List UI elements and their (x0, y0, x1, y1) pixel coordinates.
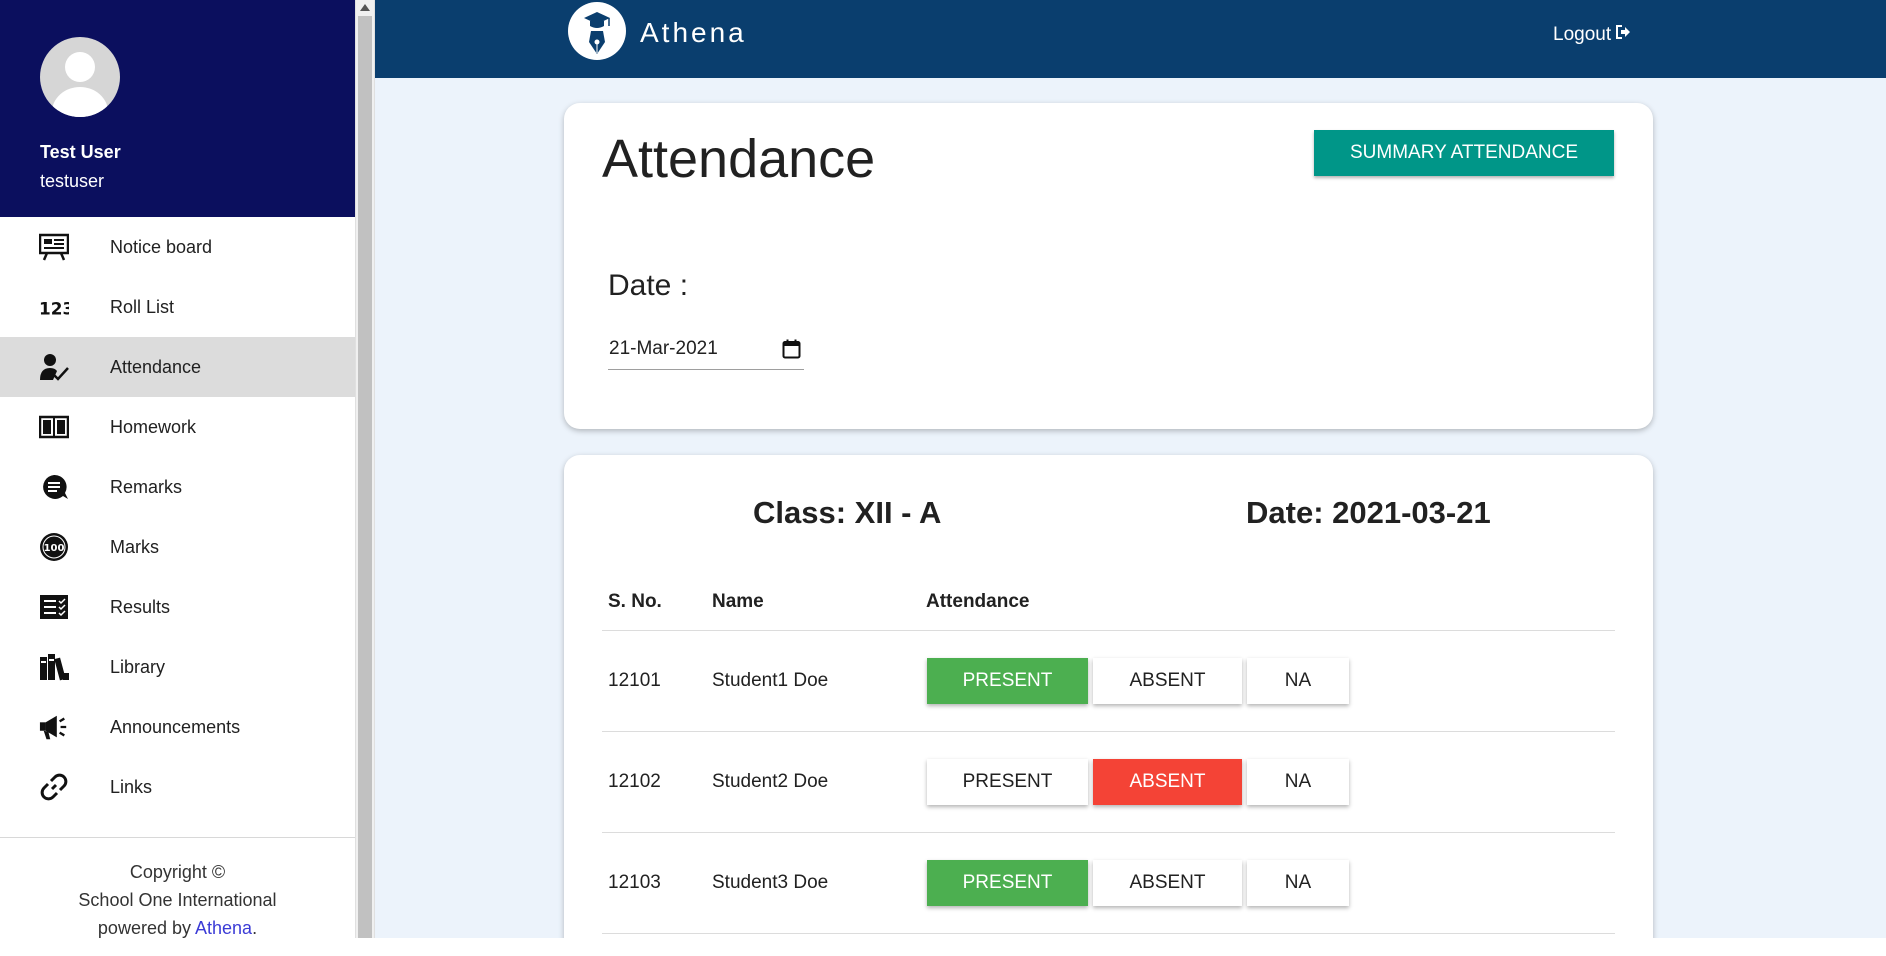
present-button[interactable]: PRESENT (927, 657, 1088, 704)
top-bar: Athena Logout (375, 0, 1886, 78)
profile-name: Test User (40, 142, 121, 162)
link-icon (39, 773, 69, 801)
sidebar-item-notice-board[interactable]: Notice board (0, 217, 355, 277)
absent-button[interactable]: ABSENT (1093, 758, 1242, 805)
sidebar: Test User testuser Notice board 123 Roll… (0, 0, 355, 938)
table-row: 12102 Student2 Doe PRESENT ABSENT NA (602, 731, 1615, 833)
svg-text:123: 123 (39, 299, 69, 319)
chat-bubble-icon (39, 473, 69, 501)
na-button[interactable]: NA (1247, 758, 1349, 805)
powered-suffix: . (252, 918, 258, 938)
sidebar-item-label: Library (110, 656, 166, 677)
sidebar-item-marks[interactable]: 100 Marks (0, 517, 355, 577)
date-value: 21-Mar-2021 (609, 337, 718, 359)
person-check-icon (39, 353, 69, 381)
sidebar-item-homework[interactable]: Homework (0, 397, 355, 457)
svg-text:100: 100 (44, 543, 65, 554)
sidebar-divider (0, 837, 355, 838)
sidebar-item-label: Roll List (110, 296, 175, 317)
date-input[interactable]: 21-Mar-2021 (608, 328, 804, 370)
absent-button[interactable]: ABSENT (1093, 859, 1242, 906)
numbers-icon: 123 (39, 293, 69, 321)
book-icon (39, 413, 69, 441)
na-button[interactable]: NA (1247, 859, 1349, 906)
attendance-cell: PRESENT ABSENT NA (920, 630, 1615, 732)
powered-by: powered by Athena. (0, 914, 355, 942)
scroll-up-arrow-icon[interactable] (360, 4, 370, 11)
brand-name: Athena (640, 17, 747, 48)
attendance-cell: PRESENT ABSENT NA (920, 832, 1615, 934)
athena-link[interactable]: Athena (195, 918, 252, 938)
sidebar-item-announcements[interactable]: Announcements (0, 697, 355, 757)
sidebar-item-attendance[interactable]: Attendance (0, 337, 355, 397)
table-row: 12101 Student1 Doe PRESENT ABSENT NA (602, 630, 1615, 732)
sidebar-item-results[interactable]: Results (0, 577, 355, 637)
attendance-cell: PRESENT ABSENT NA (920, 731, 1615, 833)
sidebar-item-label: Results (110, 596, 171, 617)
class-attendance-card: Class: XII - A Date: 2021-03-21 S. No. N… (564, 455, 1653, 938)
athena-logo-icon (568, 2, 626, 60)
logout-button[interactable]: Logout (1553, 24, 1631, 46)
table-row: 12103 Student3 Doe PRESENT ABSENT NA (602, 832, 1615, 934)
avatar (40, 37, 120, 117)
sidebar-item-remarks[interactable]: Remarks (0, 457, 355, 517)
logout-label: Logout (1553, 24, 1612, 45)
sidebar-item-label: Homework (110, 416, 197, 437)
column-header-sno: S. No. (602, 575, 706, 631)
present-button[interactable]: PRESENT (927, 758, 1088, 805)
scroll-thumb[interactable] (358, 16, 372, 938)
student-sno: 12103 (602, 832, 706, 934)
sidebar-item-label: Remarks (110, 476, 183, 497)
present-button[interactable]: PRESENT (927, 859, 1088, 906)
column-header-attendance: Attendance (920, 575, 1615, 631)
books-icon (39, 653, 69, 681)
sidebar-menu: Notice board 123 Roll List Attendance Ho… (0, 217, 355, 817)
sidebar-item-label: Announcements (110, 716, 241, 737)
notice-board-icon (39, 233, 69, 261)
na-button[interactable]: NA (1247, 657, 1349, 704)
sign-out-icon (1615, 24, 1631, 46)
school-name: School One International (78, 890, 277, 910)
student-sno: 12101 (602, 630, 706, 732)
hundred-icon: 100 (39, 533, 69, 561)
date-title: Date: 2021-03-21 (1246, 495, 1491, 530)
sidebar-item-roll-list[interactable]: 123 Roll List (0, 277, 355, 337)
sidebar-item-label: Attendance (110, 356, 202, 377)
sidebar-item-label: Links (110, 776, 153, 797)
date-label: Date : (608, 269, 689, 302)
profile-username: testuser (40, 171, 105, 191)
list-check-icon (39, 593, 69, 621)
profile-header: Test User testuser (0, 0, 355, 217)
copyright-text: Copyright © (129, 862, 226, 882)
table-header-row: S. No. Name Attendance (602, 575, 1615, 631)
page-title: Attendance (602, 129, 876, 189)
sidebar-scrollbar[interactable] (355, 0, 375, 938)
student-name: Student2 Doe (706, 731, 920, 833)
sidebar-item-label: Notice board (110, 236, 213, 257)
sidebar-item-links[interactable]: Links (0, 757, 355, 817)
class-title: Class: XII - A (753, 495, 942, 530)
main-content: Athena Logout Attendance SUMMARY ATTENDA… (375, 0, 1886, 938)
sidebar-item-library[interactable]: Library (0, 637, 355, 697)
megaphone-icon (39, 713, 69, 741)
attendance-card: Attendance SUMMARY ATTENDANCE Date : 21-… (564, 103, 1653, 429)
student-sno: 12102 (602, 731, 706, 833)
student-name: Student3 Doe (706, 832, 920, 934)
summary-attendance-button[interactable]: SUMMARY ATTENDANCE (1314, 130, 1614, 176)
sidebar-footer: Copyright © School One International pow… (0, 858, 355, 942)
column-header-name: Name (706, 575, 920, 631)
sidebar-item-label: Marks (110, 536, 159, 557)
attendance-table: S. No. Name Attendance 12101 Student1 Do… (602, 575, 1615, 934)
student-name: Student1 Doe (706, 630, 920, 732)
powered-prefix: powered by (97, 918, 195, 938)
absent-button[interactable]: ABSENT (1093, 657, 1242, 704)
calendar-icon[interactable] (782, 339, 801, 364)
